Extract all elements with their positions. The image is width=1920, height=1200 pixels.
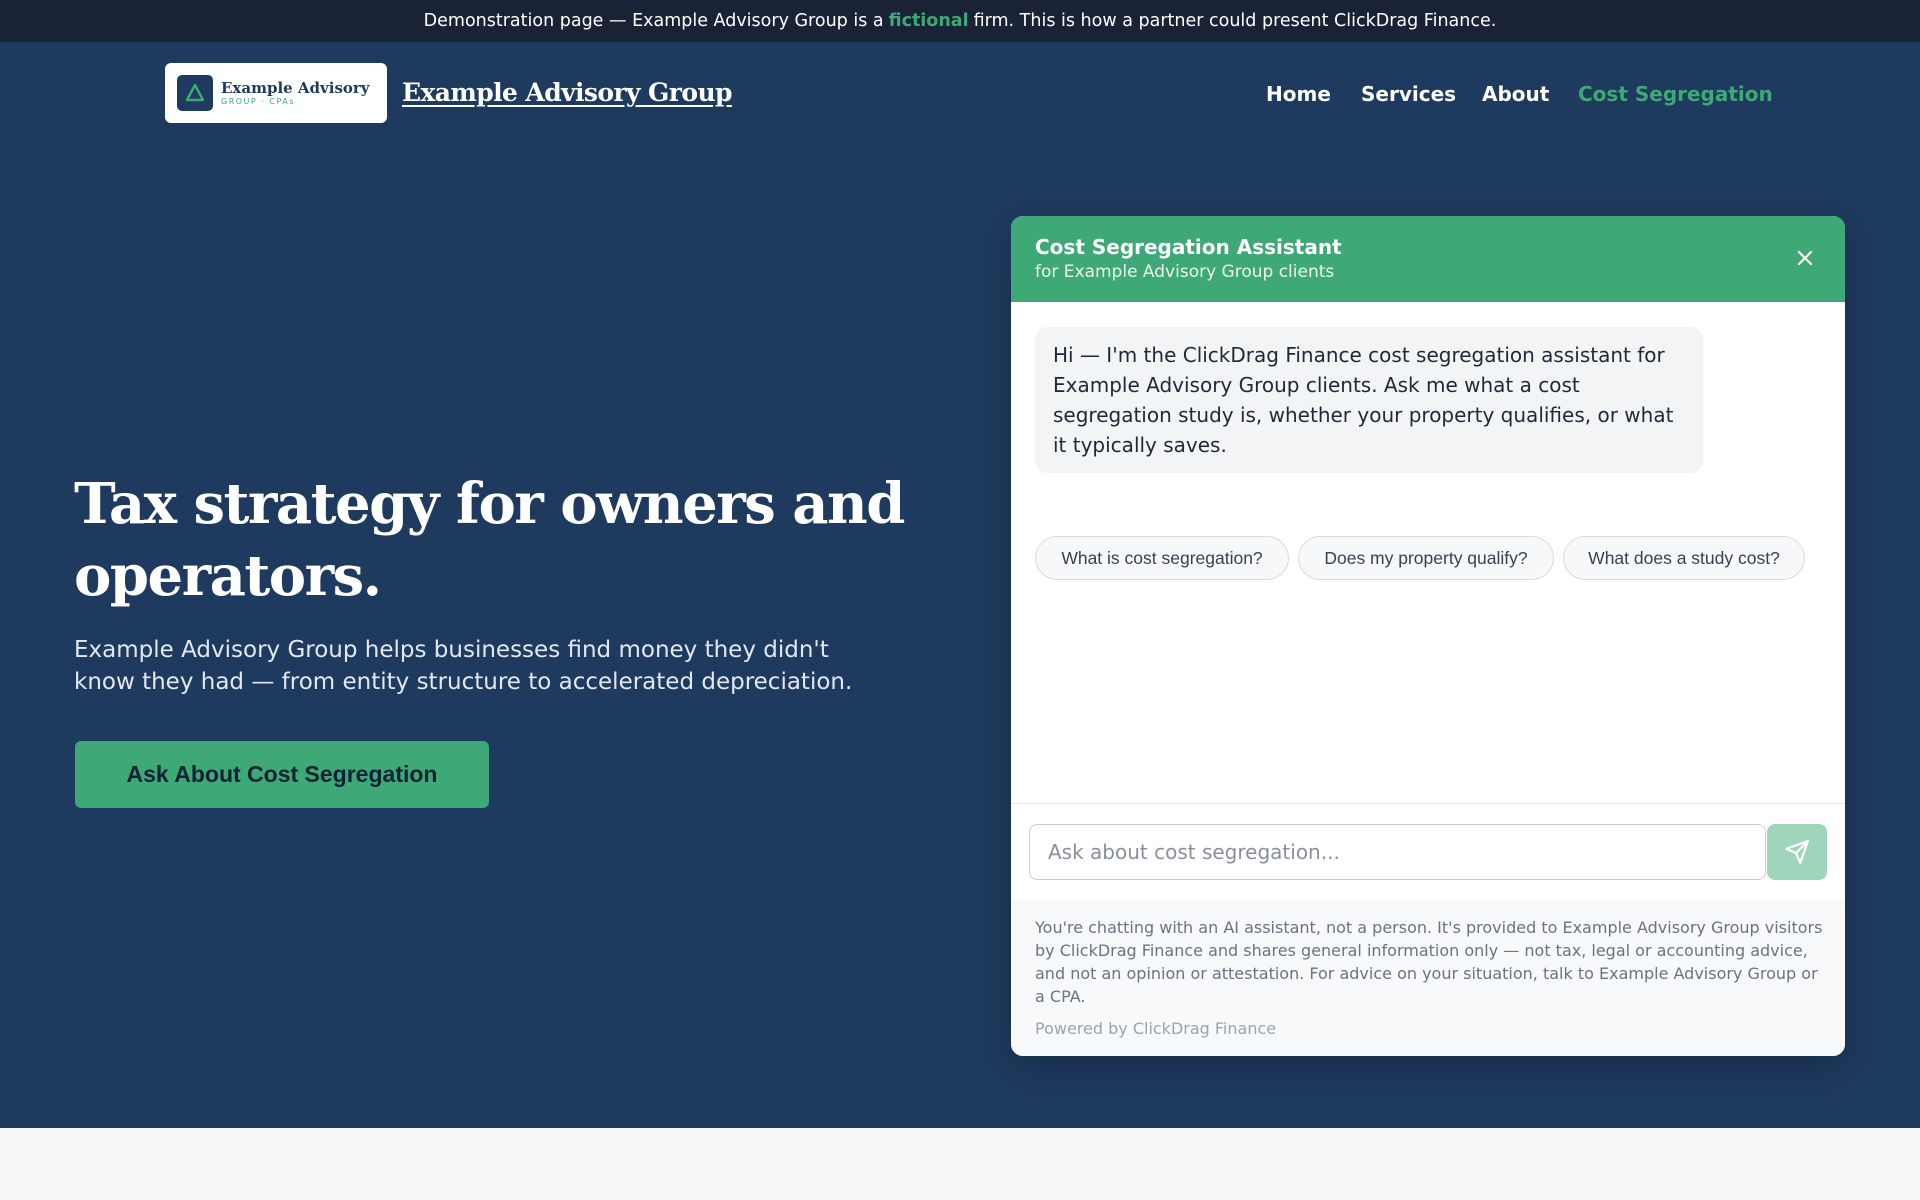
powered-by: Powered by ClickDrag Finance xyxy=(1035,1019,1277,1038)
chat-divider xyxy=(1011,803,1845,804)
banner-text-before: Demonstration page — Example Advisory Gr… xyxy=(423,11,884,31)
chat-subtitle: for Example Advisory Group clients xyxy=(1035,262,1335,282)
hero-lede: Example Advisory Group helps businesses … xyxy=(74,637,853,695)
chat-footer: You're chatting with an AI assistant, no… xyxy=(1011,900,1845,1056)
hero-title: Tax strategy for owners and operators. xyxy=(74,471,905,609)
logo-tagline: GROUP · CPAs xyxy=(221,96,295,106)
banner-text-after: firm. This is how a partner could presen… xyxy=(973,11,1497,31)
logo[interactable]: Example Advisory GROUP · CPAs xyxy=(165,63,387,123)
send-button[interactable] xyxy=(1767,824,1827,880)
ask-cost-segregation-button[interactable]: Ask About Cost Segregation xyxy=(75,741,489,808)
assistant-message: Hi — I'm the ClickDrag Finance cost segr… xyxy=(1035,327,1703,473)
banner-highlight: fictional xyxy=(888,11,969,31)
suggestion-chip[interactable]: What is cost segregation? xyxy=(1035,536,1289,580)
suggestion-chip[interactable]: Does my property qualify? xyxy=(1298,536,1554,580)
nav-about[interactable]: About xyxy=(1482,82,1549,106)
nav-cost-segregation[interactable]: Cost Segregation xyxy=(1578,82,1773,106)
suggestion-chip[interactable]: What does a study cost? xyxy=(1563,536,1805,580)
logo-triangle-icon xyxy=(177,75,213,111)
chat-header: Cost Segregation Assistant for Example A… xyxy=(1011,216,1845,302)
chat-title: Cost Segregation Assistant xyxy=(1035,235,1342,259)
hero-section: Example Advisory GROUP · CPAs Example Ad… xyxy=(0,42,1920,1128)
demo-banner: Demonstration page — Example Advisory Gr… xyxy=(0,0,1920,42)
chat-widget: Cost Segregation Assistant for Example A… xyxy=(1011,216,1845,1056)
brand-link[interactable]: Example Advisory Group xyxy=(402,78,733,107)
nav-services[interactable]: Services xyxy=(1361,82,1456,106)
close-icon xyxy=(1797,250,1813,266)
logo-name: Example Advisory xyxy=(221,78,370,97)
nav-home[interactable]: Home xyxy=(1266,82,1331,106)
disclaimer: You're chatting with an AI assistant, no… xyxy=(1035,918,1823,1006)
send-icon xyxy=(1785,840,1809,864)
close-chat-button[interactable] xyxy=(1790,243,1820,273)
chat-input[interactable] xyxy=(1029,824,1766,880)
